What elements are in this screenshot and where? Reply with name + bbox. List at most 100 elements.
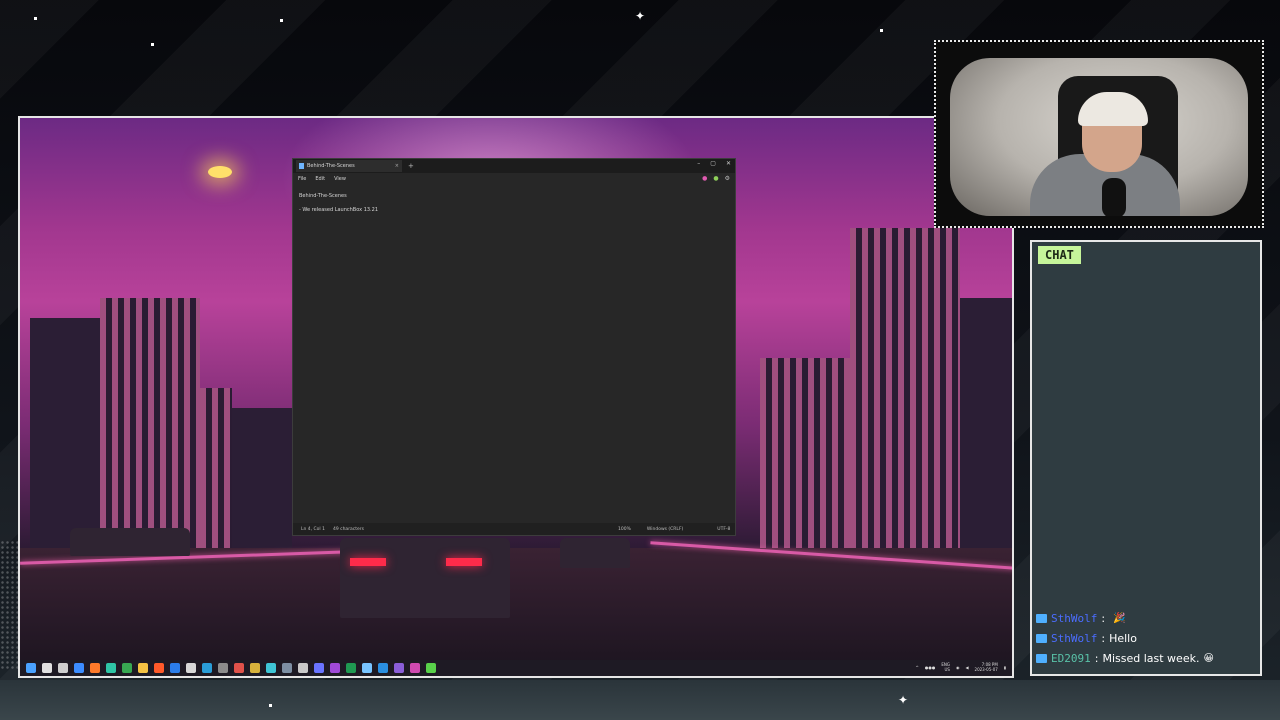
app-red-icon[interactable] <box>234 663 244 673</box>
car <box>340 538 510 618</box>
building <box>30 318 100 558</box>
platform-icon <box>1036 613 1047 623</box>
platform-icon <box>1036 653 1047 663</box>
vscode-icon[interactable] <box>378 663 388 673</box>
notepad-icon <box>299 163 304 169</box>
close-tab-icon[interactable]: × <box>395 163 399 169</box>
menu-view[interactable]: View <box>334 176 346 182</box>
sparkle-icon: ✦ <box>898 693 909 707</box>
chat-separator: : <box>1101 631 1106 645</box>
minimize-button[interactable]: – <box>697 160 700 167</box>
widgets-icon[interactable] <box>74 663 84 673</box>
app-yellow-icon[interactable] <box>250 663 260 673</box>
star-dot <box>880 29 883 32</box>
tray-icons[interactable]: ●●● <box>925 665 935 670</box>
search-icon[interactable] <box>42 663 52 673</box>
user-icon[interactable]: ● <box>713 175 718 182</box>
notepad-tab[interactable]: Behind-The-Scenes × <box>296 160 402 172</box>
app-steam-icon[interactable] <box>282 663 292 673</box>
clock[interactable]: 7:08 PM 2023-05-07 <box>975 662 998 672</box>
app-purple-icon[interactable] <box>330 663 340 673</box>
maximize-button[interactable]: ▢ <box>710 160 716 167</box>
chat-username: ED2091 <box>1051 651 1091 665</box>
excel-icon[interactable] <box>346 663 356 673</box>
copilot-icon[interactable]: ● <box>702 175 707 182</box>
new-tab-button[interactable]: + <box>408 162 414 170</box>
notepad-window[interactable]: Behind-The-Scenes × + – ▢ ✕ File Edit Vi… <box>292 158 736 536</box>
close-button[interactable]: ✕ <box>726 160 731 167</box>
volume-icon[interactable]: ◀ <box>965 665 968 670</box>
line-ending[interactable]: Windows (CRLF) <box>647 527 683 532</box>
discord-icon[interactable] <box>314 663 324 673</box>
brave-icon[interactable] <box>154 663 164 673</box>
text-line: Behind-The-Scenes <box>299 193 347 199</box>
app-magenta-icon[interactable] <box>410 663 420 673</box>
notification-icon[interactable]: ▮ <box>1004 665 1006 670</box>
car <box>560 538 630 568</box>
webcam-feed <box>950 58 1248 216</box>
app-grey-icon[interactable] <box>218 663 228 673</box>
menu-file[interactable]: File <box>298 176 306 182</box>
building <box>232 408 292 558</box>
chevron-up-icon[interactable]: ^ <box>916 665 919 670</box>
tab-title: Behind-The-Scenes <box>307 163 355 169</box>
chat-title: CHAT <box>1038 246 1081 264</box>
language-indicator[interactable]: ENG US <box>941 662 950 672</box>
building <box>760 358 850 558</box>
highway <box>20 548 1012 668</box>
car <box>70 528 190 556</box>
menu-edit[interactable]: Edit <box>315 176 325 182</box>
chat-message: SthWolf: 🎉 <box>1036 608 1258 628</box>
menu-bar: File Edit View ● ● ⚙ <box>293 173 735 185</box>
building <box>200 388 232 558</box>
microphone <box>1102 178 1126 216</box>
chat-username: SthWolf <box>1051 611 1098 625</box>
building <box>850 228 960 558</box>
webcam-frame <box>934 40 1264 228</box>
zoom-level[interactable]: 100% <box>618 527 631 532</box>
settings-icon[interactable]: ⚙ <box>725 175 730 182</box>
tail-light <box>350 558 386 566</box>
visual-studio-icon[interactable] <box>394 663 404 673</box>
start-icon[interactable] <box>26 663 36 673</box>
window-controls: – ▢ ✕ <box>697 160 731 167</box>
app-obs-icon[interactable] <box>298 663 308 673</box>
app-cyan-icon[interactable] <box>266 663 276 673</box>
task-view-icon[interactable] <box>58 663 68 673</box>
network-icon[interactable]: ◉ <box>956 665 960 670</box>
edge-icon[interactable] <box>106 663 116 673</box>
chat-separator: : <box>1101 611 1106 625</box>
star-dot <box>269 704 272 707</box>
star-dot <box>34 17 37 20</box>
app-blue-icon[interactable] <box>170 663 180 673</box>
sparkle-icon: ✦ <box>635 9 646 23</box>
tail-light <box>446 558 482 566</box>
cursor-position: Ln 4, Col 1 <box>301 526 325 532</box>
bottom-band <box>0 680 1280 720</box>
notepad-icon[interactable] <box>362 663 372 673</box>
chat-separator: : <box>1094 651 1099 665</box>
chrome-icon[interactable] <box>122 663 132 673</box>
chat-emote: 🎉 <box>1113 612 1126 624</box>
app-teal-icon[interactable] <box>202 663 212 673</box>
encoding[interactable]: UTF-8 <box>717 527 730 532</box>
chat-username: SthWolf <box>1051 631 1098 645</box>
explorer-icon[interactable] <box>138 663 148 673</box>
chat-panel: CHAT SthWolf: 🎉 SthWolf: Hello ED2091: Missed… <box>1030 240 1262 676</box>
store-icon[interactable] <box>186 663 196 673</box>
app-green-icon[interactable] <box>426 663 436 673</box>
firefox-icon[interactable] <box>90 663 100 673</box>
chat-message: ED2091: Missed last week. 😀 <box>1036 648 1258 668</box>
chat-text: Missed last week. <box>1102 651 1200 665</box>
status-bar: Ln 4, Col 1 49 characters 100% Windows (… <box>293 523 735 535</box>
chat-emote: 😀 <box>1203 652 1214 664</box>
chat-messages: SthWolf: 🎉 SthWolf: Hello ED2091: Missed last… <box>1036 608 1258 668</box>
region-code: US <box>944 667 950 672</box>
clock-date: 2023-05-07 <box>974 667 998 672</box>
notepad-titlebar[interactable]: Behind-The-Scenes × + – ▢ ✕ <box>293 159 735 173</box>
street-lamp <box>208 166 232 178</box>
text-area[interactable]: Behind-The-Scenes - We released LaunchBo… <box>293 185 735 221</box>
desktop-capture: Behind-The-Scenes × + – ▢ ✕ File Edit Vi… <box>18 116 1014 678</box>
taskbar: ^ ●●● ENG US ◉ ◀ 7:08 PM 2023-05-07 ▮ <box>20 660 1012 676</box>
text-line: - We released LaunchBox 13.21 <box>299 207 379 213</box>
